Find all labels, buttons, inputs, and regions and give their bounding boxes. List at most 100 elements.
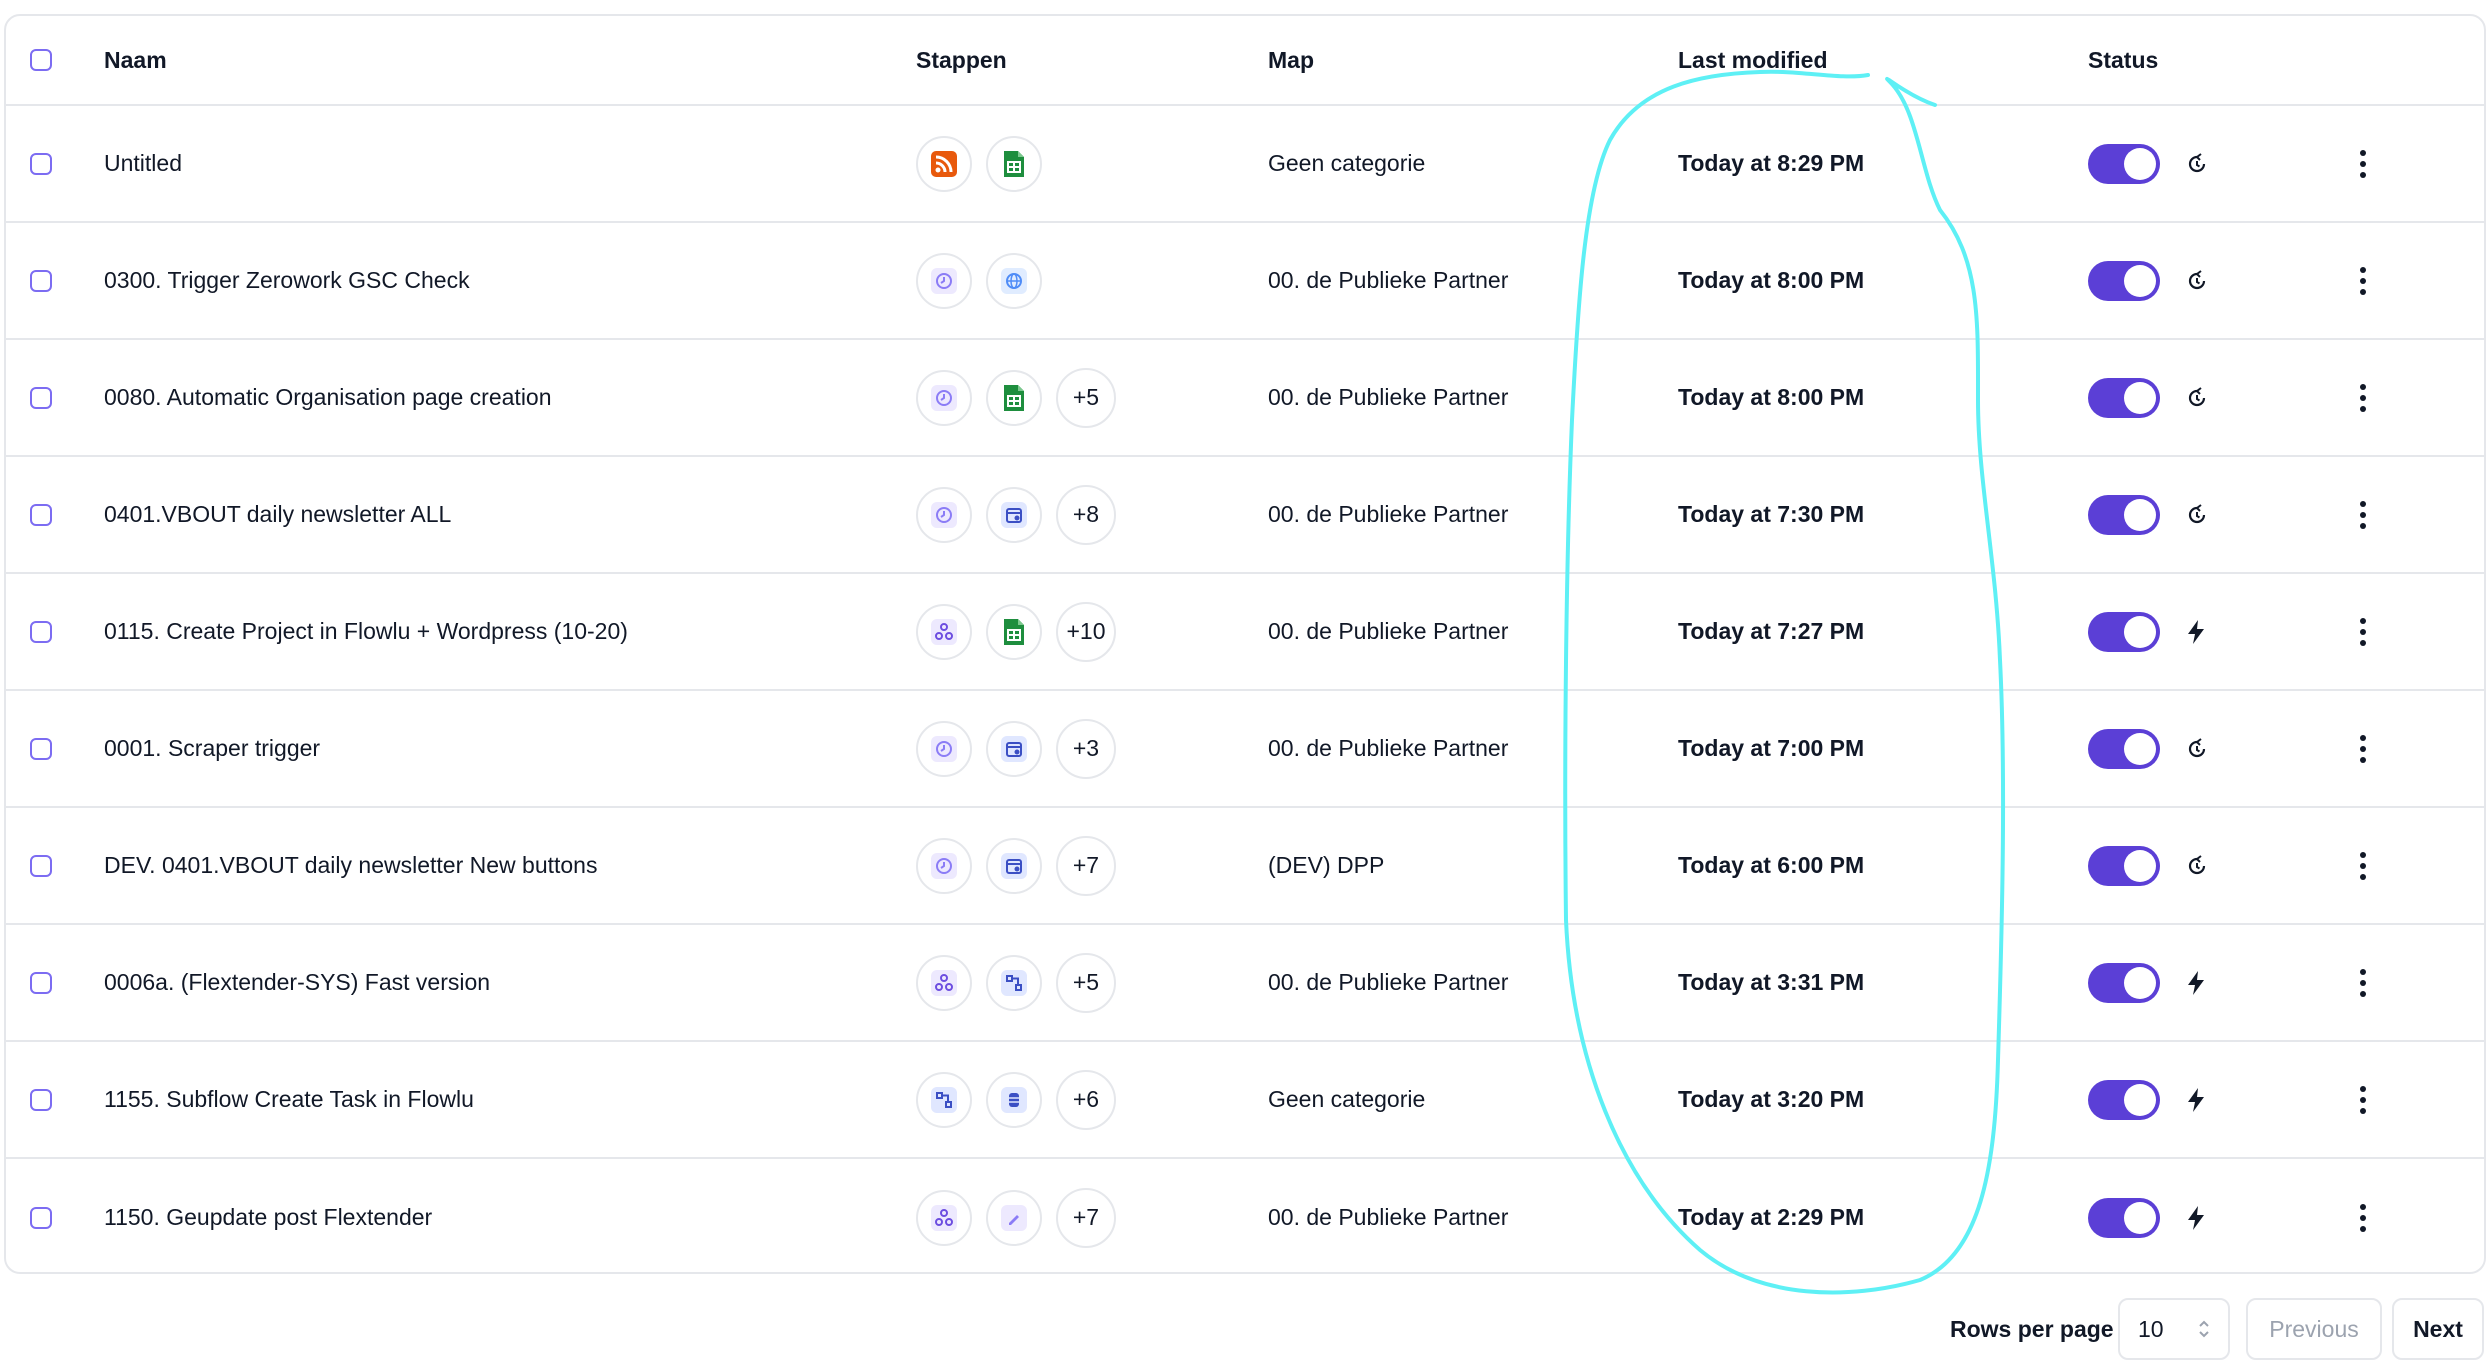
step-calendar-icon [986, 837, 1042, 894]
last-modified-value: Today at 7:00 PM [1678, 735, 1865, 761]
status-toggle[interactable] [2088, 728, 2160, 769]
status-toggle[interactable] [2088, 845, 2160, 886]
rows-per-page-select[interactable]: 10 [2118, 1298, 2230, 1360]
column-header-map[interactable]: Map [1268, 16, 1314, 104]
more-options-icon[interactable] [2360, 968, 2366, 997]
step-webhook-icon [916, 603, 972, 660]
table-row[interactable]: Untitled Geen categorie Today at 8:29 PM [6, 106, 2484, 223]
row-checkbox[interactable] [30, 152, 52, 175]
more-steps-badge: +5 [1056, 367, 1116, 428]
last-modified-value: Today at 8:00 PM [1678, 384, 1865, 410]
workflow-name[interactable]: Untitled [104, 106, 182, 221]
workflow-name[interactable]: 0001. Scraper trigger [104, 691, 320, 806]
status-toggle[interactable] [2088, 962, 2160, 1003]
steps-group [916, 223, 1042, 338]
more-options-icon[interactable] [2360, 617, 2366, 646]
table-row[interactable]: DEV. 0401.VBOUT daily newsletter New but… [6, 808, 2484, 925]
workflow-name[interactable]: 0006a. (Flextender-SYS) Fast version [104, 925, 490, 1040]
more-options-icon[interactable] [2360, 149, 2366, 178]
folder-name: Geen categorie [1268, 150, 1426, 176]
steps-group: +5 [916, 340, 1116, 455]
more-options-icon[interactable] [2360, 1085, 2366, 1114]
table-row[interactable]: 1150. Geupdate post Flextender +7 00. de… [6, 1159, 2484, 1276]
table-row[interactable]: 0401.VBOUT daily newsletter ALL +8 00. d… [6, 457, 2484, 574]
row-checkbox[interactable] [30, 503, 52, 526]
folder-name: 00. de Publieke Partner [1268, 267, 1509, 293]
row-checkbox[interactable] [30, 737, 52, 760]
folder-name: 00. de Publieke Partner [1268, 501, 1509, 527]
previous-page-button[interactable]: Previous [2246, 1298, 2382, 1360]
table-row[interactable]: 1155. Subflow Create Task in Flowlu +6 G… [6, 1042, 2484, 1159]
table-row[interactable]: 0001. Scraper trigger +3 00. de Publieke… [6, 691, 2484, 808]
trigger-schedule-icon [2184, 691, 2210, 806]
workflow-name[interactable]: 0300. Trigger Zerowork GSC Check [104, 223, 470, 338]
status-toggle[interactable] [2088, 611, 2160, 652]
more-options-icon[interactable] [2360, 500, 2366, 529]
trigger-schedule-icon [2184, 223, 2210, 338]
table-row[interactable]: 0300. Trigger Zerowork GSC Check 00. de … [6, 223, 2484, 340]
folder-name: 00. de Publieke Partner [1268, 618, 1509, 644]
chevron-up-down-icon [2199, 1320, 2209, 1338]
step-webhook-icon [916, 954, 972, 1011]
toggle-knob [2124, 849, 2156, 882]
toggle-knob [2124, 498, 2156, 531]
row-checkbox[interactable] [30, 971, 52, 994]
status-toggle[interactable] [2088, 1079, 2160, 1120]
row-checkbox[interactable] [30, 269, 52, 292]
workflow-name[interactable]: 1155. Subflow Create Task in Flowlu [104, 1042, 474, 1157]
status-toggle[interactable] [2088, 494, 2160, 535]
trigger-schedule-icon [2184, 457, 2210, 572]
row-checkbox[interactable] [30, 854, 52, 877]
next-page-button[interactable]: Next [2392, 1298, 2484, 1360]
workflow-name[interactable]: 0080. Automatic Organisation page creati… [104, 340, 552, 455]
folder-name: 00. de Publieke Partner [1268, 735, 1509, 761]
step-rss-icon [916, 135, 972, 192]
more-steps-badge: +6 [1056, 1069, 1116, 1130]
step-schedule-icon [916, 720, 972, 777]
row-checkbox[interactable] [30, 620, 52, 643]
status-toggle[interactable] [2088, 377, 2160, 418]
table-row[interactable]: 0115. Create Project in Flowlu + Wordpre… [6, 574, 2484, 691]
more-steps-badge: +3 [1056, 718, 1116, 779]
column-header-last-modified[interactable]: Last modified [1678, 16, 1828, 104]
column-header-steps: Stappen [916, 46, 1007, 73]
step-schedule-icon [916, 369, 972, 426]
steps-group: +8 [916, 457, 1116, 572]
row-checkbox[interactable] [30, 1088, 52, 1111]
step-webhook-icon [916, 1189, 972, 1246]
row-checkbox[interactable] [30, 386, 52, 409]
steps-group: +5 [916, 925, 1116, 1040]
row-checkbox[interactable] [30, 1206, 52, 1229]
toggle-knob [2124, 1083, 2156, 1116]
step-edit-icon [986, 1189, 1042, 1246]
workflow-name[interactable]: 0401.VBOUT daily newsletter ALL [104, 457, 451, 572]
status-toggle[interactable] [2088, 260, 2160, 301]
workflow-name[interactable]: 1150. Geupdate post Flextender [104, 1159, 432, 1276]
table-row[interactable]: 0006a. (Flextender-SYS) Fast version +5 … [6, 925, 2484, 1042]
steps-group: +10 [916, 574, 1116, 689]
status-toggle[interactable] [2088, 1197, 2160, 1238]
workflow-name[interactable]: 0115. Create Project in Flowlu + Wordpre… [104, 574, 628, 689]
more-options-icon[interactable] [2360, 383, 2366, 412]
more-options-icon[interactable] [2360, 851, 2366, 880]
step-calendar-icon [986, 720, 1042, 777]
steps-group: +7 [916, 1159, 1116, 1276]
step-spreadsheet-icon [986, 369, 1042, 426]
table-row[interactable]: 0080. Automatic Organisation page creati… [6, 340, 2484, 457]
last-modified-value: Today at 7:30 PM [1678, 501, 1865, 527]
more-options-icon[interactable] [2360, 734, 2366, 763]
step-schedule-icon [916, 837, 972, 894]
select-all-checkbox[interactable] [30, 49, 52, 71]
workflow-name[interactable]: DEV. 0401.VBOUT daily newsletter New but… [104, 808, 597, 923]
column-header-status[interactable]: Status [2088, 16, 2158, 104]
more-options-icon[interactable] [2360, 266, 2366, 295]
more-options-icon[interactable] [2360, 1203, 2366, 1232]
folder-name: 00. de Publieke Partner [1268, 969, 1509, 995]
rows-per-page-label: Rows per page [1950, 1315, 2114, 1342]
last-modified-value: Today at 8:00 PM [1678, 267, 1865, 293]
trigger-schedule-icon [2184, 340, 2210, 455]
status-toggle[interactable] [2088, 143, 2160, 184]
toggle-knob [2124, 381, 2156, 414]
trigger-bolt-icon [2184, 925, 2208, 1040]
column-header-name[interactable]: Naam [104, 16, 167, 104]
